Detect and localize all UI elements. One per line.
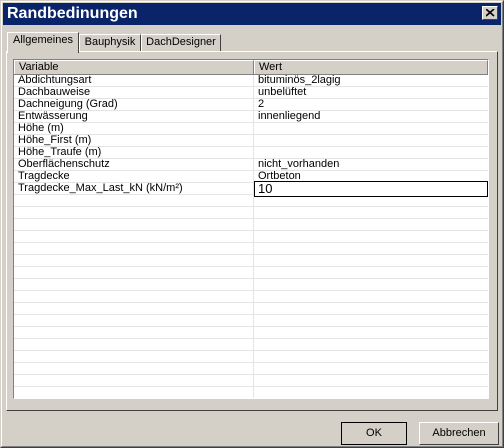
cell-value	[254, 267, 488, 278]
table-row[interactable]	[14, 375, 488, 387]
cell-value[interactable]: nicht_vorhanden	[254, 159, 488, 170]
title-bar[interactable]: Randbedinungen	[3, 3, 501, 25]
cell-variable	[14, 363, 254, 374]
tab-dachdesigner[interactable]: DachDesigner	[141, 34, 221, 51]
cell-value[interactable]: innenliegend	[254, 111, 488, 122]
cell-value	[254, 291, 488, 302]
cell-value[interactable]	[254, 135, 488, 146]
ok-button[interactable]: OK	[341, 422, 407, 445]
table-row[interactable]	[14, 195, 488, 207]
cell-value	[254, 255, 488, 266]
table-row[interactable]	[14, 351, 488, 363]
table-row[interactable]	[14, 327, 488, 339]
table-row[interactable]	[14, 291, 488, 303]
cell-variable: Dachneigung (Grad)	[14, 99, 254, 110]
cell-variable	[14, 243, 254, 254]
cell-variable: Tragdecke_Max_Last_kN (kN/m²)	[14, 183, 254, 194]
cell-variable: Oberflächenschutz	[14, 159, 254, 170]
cell-value	[254, 207, 488, 218]
cell-variable: Tragdecke	[14, 171, 254, 182]
column-header-wert[interactable]: Wert	[254, 60, 488, 74]
table-row[interactable]	[14, 339, 488, 351]
cell-variable	[14, 375, 254, 386]
table-row[interactable]	[14, 231, 488, 243]
cell-value[interactable]: 2	[254, 99, 488, 110]
cell-value	[254, 315, 488, 326]
cell-value	[254, 279, 488, 290]
cell-variable: Entwässerung	[14, 111, 254, 122]
tab-allgemeines[interactable]: Allgemeines	[7, 32, 79, 53]
cell-variable	[14, 219, 254, 230]
cell-value	[254, 231, 488, 242]
table-row[interactable]	[14, 303, 488, 315]
cell-variable: Höhe_Traufe (m)	[14, 147, 254, 158]
cell-value[interactable]	[254, 123, 488, 134]
cell-value	[254, 387, 488, 398]
grid-header: Variable Wert	[14, 60, 488, 75]
close-button[interactable]	[482, 6, 498, 20]
cell-value	[254, 303, 488, 314]
cell-variable: Abdichtungsart	[14, 75, 254, 86]
cell-variable: Höhe_First (m)	[14, 135, 254, 146]
table-row[interactable]	[14, 255, 488, 267]
cell-variable	[14, 291, 254, 302]
cell-value[interactable]	[254, 147, 488, 158]
table-row[interactable]	[14, 267, 488, 279]
cell-value	[254, 339, 488, 350]
cell-value[interactable]: unbelüftet	[254, 87, 488, 98]
cell-value	[254, 363, 488, 374]
table-row[interactable]	[14, 279, 488, 291]
close-icon	[486, 9, 495, 17]
cell-variable: Dachbauweise	[14, 87, 254, 98]
cell-variable	[14, 315, 254, 326]
cell-variable	[14, 207, 254, 218]
cell-variable	[14, 339, 254, 350]
table-row[interactable]	[14, 243, 488, 255]
property-grid[interactable]: Variable Wert Abdichtungsart bituminös_2l…	[13, 59, 489, 399]
cell-variable	[14, 195, 254, 206]
dialog-window: Randbedinungen Allgemeines Bauphysik Dac…	[0, 0, 504, 448]
table-row[interactable]	[14, 219, 488, 231]
cell-value	[254, 195, 488, 206]
cell-value[interactable]: bituminös_2lagig	[254, 75, 488, 86]
cell-variable: Höhe (m)	[14, 123, 254, 134]
cell-variable	[14, 303, 254, 314]
cell-variable	[14, 255, 254, 266]
table-row[interactable]: Tragdecke_Max_Last_kN (kN/m²) 10	[14, 181, 488, 197]
cell-variable	[14, 231, 254, 242]
cell-variable	[14, 279, 254, 290]
tab-bauphysik[interactable]: Bauphysik	[79, 34, 141, 51]
cell-variable	[14, 327, 254, 338]
cell-value	[254, 243, 488, 254]
cell-value	[254, 327, 488, 338]
table-row[interactable]	[14, 207, 488, 219]
cell-value	[254, 219, 488, 230]
cancel-button[interactable]: Abbrechen	[419, 422, 499, 445]
grid-rows: Abdichtungsart bituminös_2lagig Dachbauwei…	[14, 75, 488, 398]
cell-variable	[14, 351, 254, 362]
window-title: Randbedinungen	[7, 5, 138, 22]
table-row[interactable]: Oberflächenschutz nicht_vorhanden	[14, 159, 488, 171]
column-header-variable[interactable]: Variable	[14, 60, 254, 74]
table-row[interactable]: Entwässerung innenliegend	[14, 111, 488, 123]
table-row[interactable]	[14, 387, 488, 398]
cell-value	[254, 375, 488, 386]
cell-variable	[14, 267, 254, 278]
table-row[interactable]	[14, 315, 488, 327]
cell-value	[254, 351, 488, 362]
cell-variable	[14, 387, 254, 398]
table-row[interactable]	[14, 363, 488, 375]
